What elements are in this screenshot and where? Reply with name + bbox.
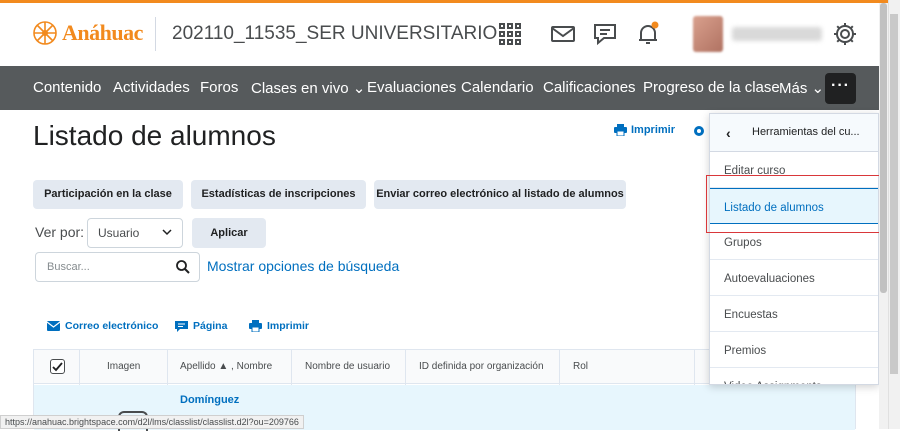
logo[interactable]: Anáhuac — [32, 20, 143, 46]
mail-icon[interactable] — [550, 21, 576, 47]
dropdown-header-label: Herramientas del cu... — [752, 126, 860, 138]
header-divider — [155, 17, 156, 51]
nav-mas[interactable]: Más ⌄ — [779, 79, 824, 97]
chevron-down-icon: ⌄ — [352, 80, 366, 97]
email-classlist-button[interactable]: Enviar correo electrónico al listado de … — [374, 180, 626, 209]
checkmark-icon — [52, 362, 63, 372]
nav-actividades[interactable]: Actividades — [113, 79, 190, 96]
pager-icon — [175, 320, 188, 332]
col-imagen: Imagen — [107, 361, 141, 372]
logo-text: Anáhuac — [62, 20, 143, 45]
course-selector-grid-icon[interactable] — [497, 21, 523, 47]
dropdown-item-encuestas[interactable]: Encuestas — [710, 296, 878, 332]
search-icon[interactable] — [175, 259, 191, 275]
enrollment-stats-button[interactable]: Estadísticas de inscripciones — [191, 180, 366, 209]
show-search-options-link[interactable]: Mostrar opciones de búsqueda — [207, 258, 399, 274]
print-action[interactable]: Imprimir — [249, 320, 309, 332]
select-all-checkbox[interactable] — [50, 359, 65, 374]
printer-icon — [614, 124, 627, 136]
participation-button[interactable]: Participación en la clase — [33, 180, 183, 209]
nav-progreso[interactable]: Progreso de la clase — [643, 79, 780, 96]
highlight-annotation-box — [706, 175, 886, 233]
page-title: Listado de alumnos — [33, 120, 276, 151]
nav-evaluaciones[interactable]: Evaluaciones — [367, 79, 456, 96]
course-title[interactable]: 202110_11535_SER UNIVERSITARIO — [172, 23, 497, 45]
page-action[interactable]: Página — [175, 320, 227, 332]
chevron-down-icon: ⌄ — [811, 80, 825, 97]
chevron-down-icon — [162, 229, 172, 236]
anahuac-star-icon — [33, 21, 57, 45]
chat-icon[interactable] — [592, 21, 618, 47]
settings-gear-icon[interactable] — [832, 21, 858, 47]
nav-contenido[interactable]: Contenido — [33, 79, 101, 96]
course-navbar: Contenido Actividades Foros Clases en vi… — [0, 66, 888, 110]
apply-button[interactable]: Aplicar — [192, 218, 266, 248]
more-options-button[interactable]: ··· — [825, 73, 856, 104]
dropdown-item-video-assignments[interactable]: Video Assignments — [710, 368, 878, 384]
settings-icon[interactable] — [692, 124, 706, 138]
col-apellido-nombre[interactable]: Apellido ▲ , Nombre — [180, 361, 272, 372]
col-rol[interactable]: Rol — [573, 361, 588, 372]
col-id-organizacion[interactable]: ID definida por organización — [419, 361, 544, 372]
col-nombre-usuario[interactable]: Nombre de usuario — [305, 361, 390, 372]
email-action-label: Correo electrónico — [65, 320, 159, 332]
envelope-icon — [47, 321, 60, 331]
header: Anáhuac 202110_11535_SER UNIVERSITARIO — [0, 3, 888, 66]
user-name-blurred[interactable] — [732, 27, 822, 41]
dropdown-item-autoevaluaciones[interactable]: Autoevaluaciones — [710, 260, 878, 296]
view-by-select[interactable]: Usuario — [87, 218, 183, 248]
nav-mas-label: Más — [779, 80, 808, 97]
nav-clases-en-vivo-label: Clases en vivo — [251, 80, 349, 97]
student-name-link[interactable]: Domínguez — [180, 394, 239, 406]
nav-calificaciones[interactable]: Calificaciones — [543, 79, 636, 96]
view-by-label: Ver por: — [35, 224, 85, 240]
page-action-label: Página — [193, 320, 228, 332]
nav-foros[interactable]: Foros — [200, 79, 238, 96]
print-action-label: Imprimir — [267, 320, 310, 332]
search-input[interactable]: Buscar... — [35, 252, 200, 282]
search-placeholder: Buscar... — [47, 261, 90, 273]
view-by-value: Usuario — [98, 226, 140, 240]
printer-icon — [249, 320, 262, 332]
print-label: Imprimir — [631, 124, 676, 136]
avatar[interactable] — [693, 16, 723, 52]
dropdown-item-premios[interactable]: Premios — [710, 332, 878, 368]
browser-status-bar: https://anahuac.brightspace.com/d2l/lms/… — [0, 415, 304, 429]
notification-bell-icon[interactable] — [635, 21, 661, 47]
chevron-left-icon[interactable]: ‹ — [726, 125, 731, 141]
email-action[interactable]: Correo electrónico — [47, 320, 158, 332]
dropdown-scroll-thumb[interactable] — [880, 3, 887, 293]
nav-calendario[interactable]: Calendario — [461, 79, 534, 96]
dropdown-header[interactable]: ‹ Herramientas del cu... — [710, 114, 878, 152]
nav-clases-en-vivo[interactable]: Clases en vivo ⌄ — [251, 79, 365, 97]
page-scroll-thumb[interactable] — [890, 14, 898, 374]
print-button-top[interactable]: Imprimir — [614, 124, 675, 136]
course-tools-dropdown: ‹ Herramientas del cu... Editar curso Li… — [709, 113, 879, 385]
